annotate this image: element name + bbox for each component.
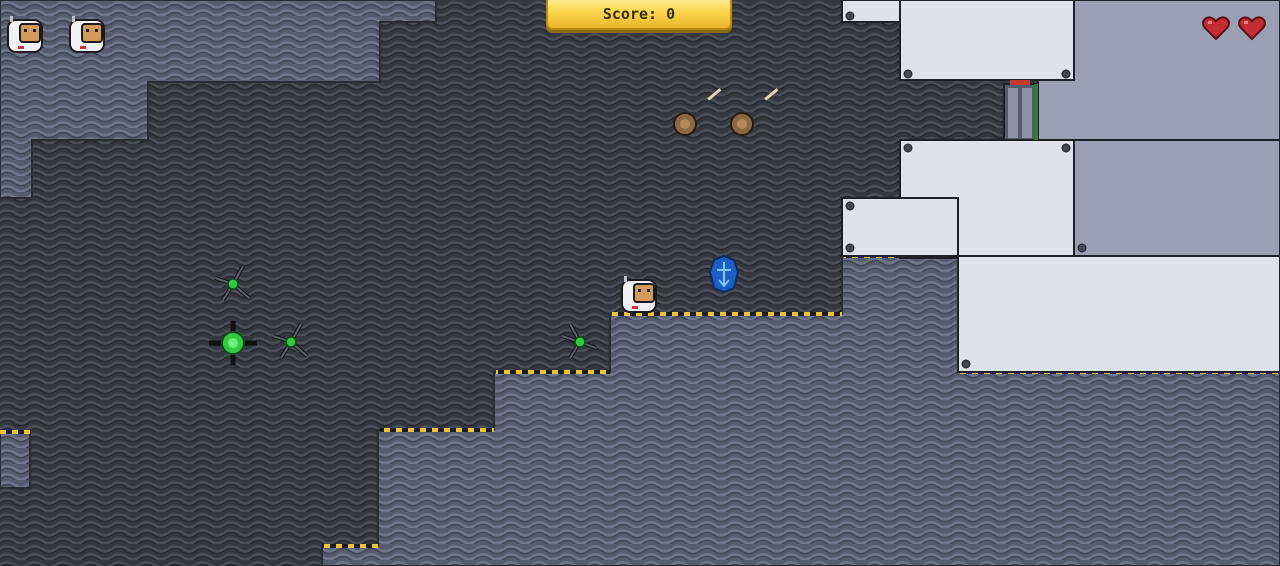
score-display: Score: 0 xyxy=(546,0,732,30)
astronaut-head-icon xyxy=(68,16,108,56)
astronaut-player[interactable] xyxy=(621,276,657,313)
health-indicator xyxy=(1202,15,1266,41)
score-label: Score: xyxy=(602,5,658,23)
shield-badge-powerup[interactable] xyxy=(708,254,740,294)
astronaut-head-icon xyxy=(6,16,46,56)
lives-indicator xyxy=(6,16,108,56)
game-viewport[interactable]: Score: 0 xyxy=(0,0,1280,566)
heart-icon xyxy=(1238,15,1266,41)
rock-outcrop-left xyxy=(0,431,31,489)
score-value: 0 xyxy=(666,5,676,23)
heart-icon xyxy=(1202,15,1230,41)
airlock-door[interactable] xyxy=(1003,80,1039,141)
level-scene xyxy=(0,0,1280,566)
